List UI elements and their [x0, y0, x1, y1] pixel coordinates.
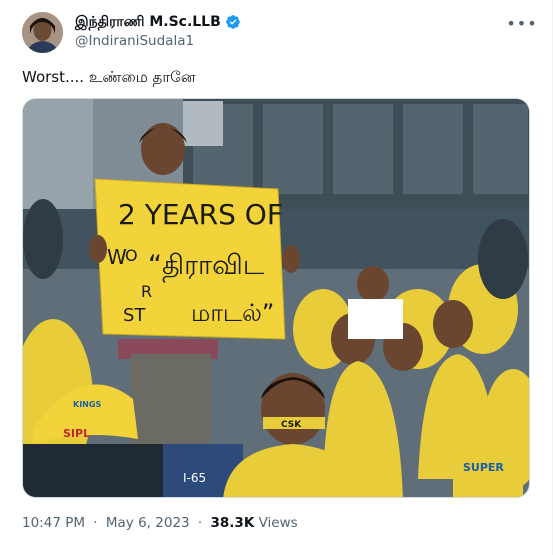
protest-sign: 2 YEARS OF W O R ST “திராவிட மாடல்” — [94, 178, 286, 340]
tweet-card: இந்திராணி M.Sc.LLB @IndiraniSudala1 ••• … — [0, 0, 553, 555]
tweet-time[interactable]: 10:47 PM — [22, 515, 85, 531]
tweet-photo[interactable]: 2 YEARS OF W O R ST “திராவிட மாடல்” SIPL… — [22, 98, 530, 498]
more-options-button[interactable]: ••• — [506, 13, 538, 33]
separator-dot-2: · — [197, 515, 203, 531]
tweet-text: Worst.... உண்மை தானே — [22, 68, 196, 86]
sign-side-o: O — [125, 246, 138, 265]
avatar-image — [22, 12, 63, 53]
more-horizontal-icon: ••• — [506, 13, 538, 33]
sign-line-2: “திராவிட — [148, 250, 265, 283]
sign-side-st: ST — [123, 305, 146, 326]
display-name[interactable]: இந்திராணி M.Sc.LLB — [75, 13, 221, 31]
sign-side-r: R — [141, 282, 152, 301]
user-handle[interactable]: @IndiraniSudala1 — [75, 33, 194, 49]
cap-text: SIPL — [63, 427, 90, 440]
avatar[interactable] — [22, 12, 63, 53]
sign-side-w: W — [107, 245, 127, 269]
tweet-date[interactable]: May 6, 2023 — [106, 515, 190, 531]
views-count: 38.3K — [210, 515, 255, 531]
photo-stadium-crowd: 2 YEARS OF W O R ST “திராவிட மாடல்” SIPL… — [23, 99, 529, 497]
shirt-text: SUPER — [463, 461, 504, 474]
seat-number: I-65 — [183, 471, 206, 485]
views-label: Views — [258, 515, 298, 531]
separator-dot: · — [93, 515, 98, 531]
tweet-metadata: 10:47 PM · May 6, 2023 · 38.3K Views — [22, 514, 298, 532]
cap-brand: KINGS — [73, 400, 101, 409]
sign-line-1: 2 YEARS OF — [118, 198, 283, 231]
sign-line-3: மாடல்” — [191, 299, 274, 327]
verified-badge-icon — [225, 15, 240, 29]
headband-text: CSK — [281, 420, 302, 430]
author-name-row: இந்திராணி M.Sc.LLB — [75, 13, 241, 31]
